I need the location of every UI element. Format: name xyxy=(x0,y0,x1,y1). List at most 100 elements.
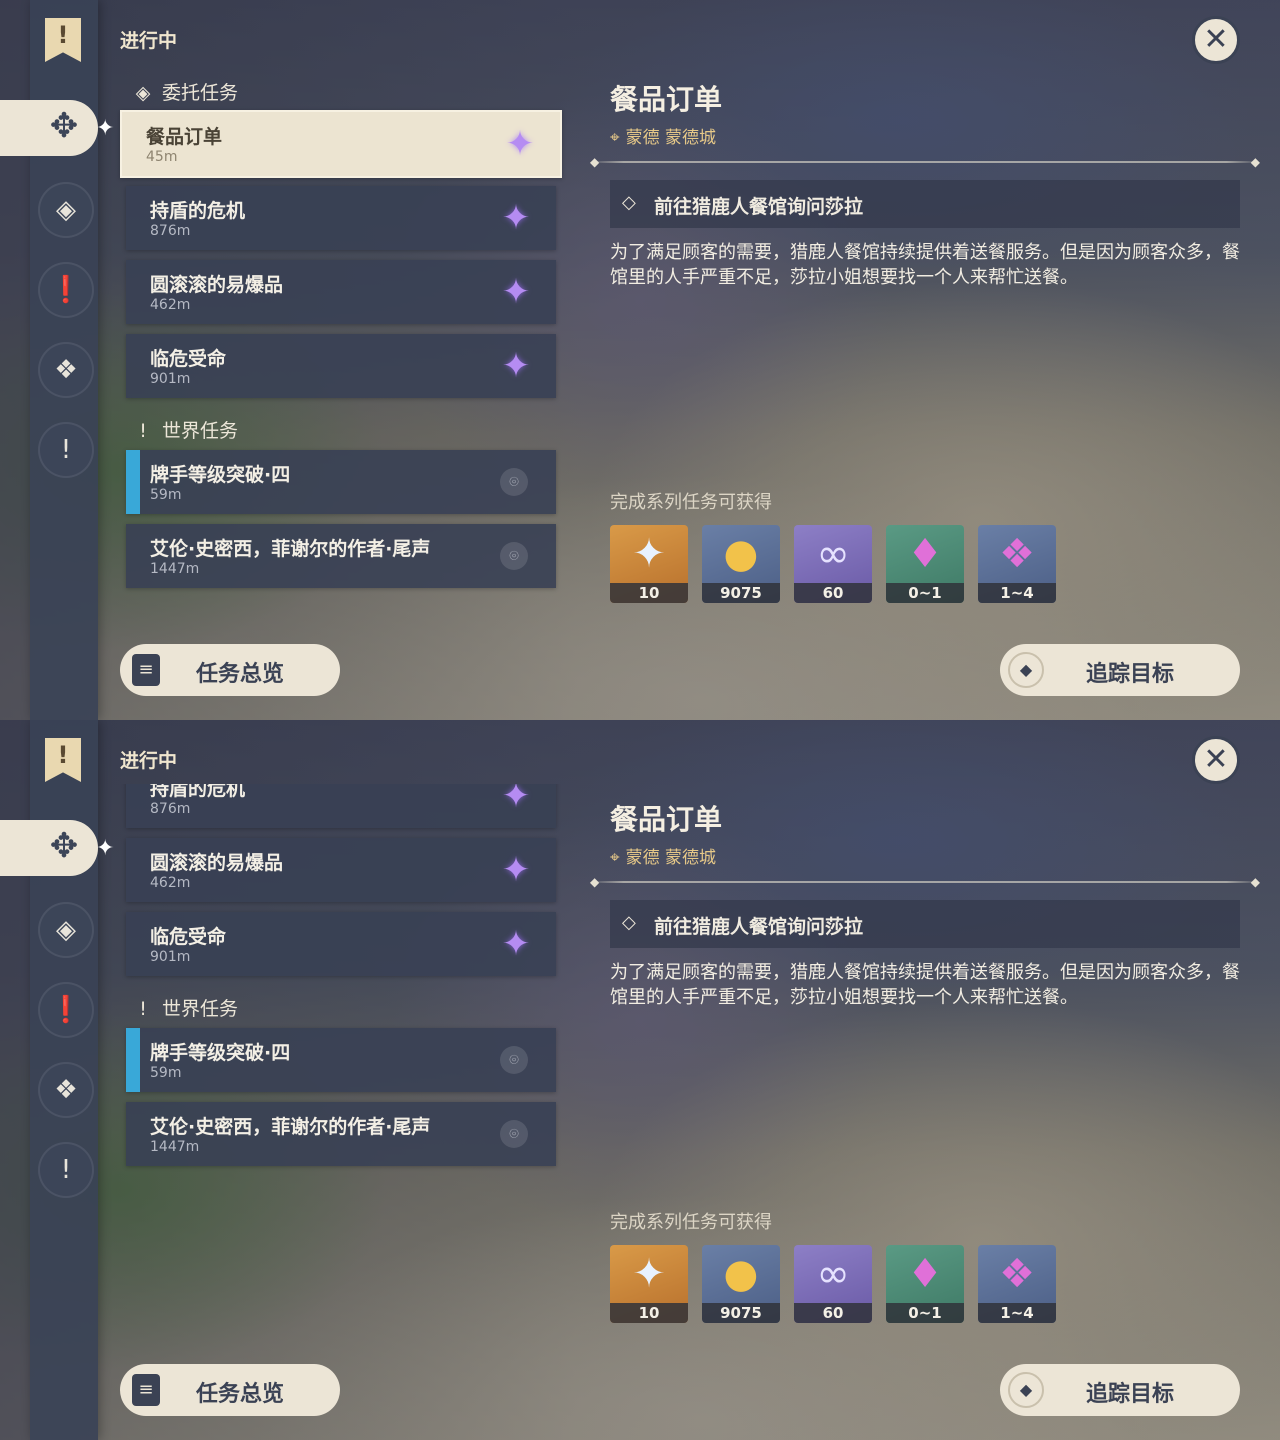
quest-distance: 462m xyxy=(150,875,191,891)
quest-item[interactable]: 临危受命 901m ✦ xyxy=(126,334,556,398)
quest-distance: 59m xyxy=(150,1065,182,1081)
divider-tip-icon: ◆ xyxy=(590,155,600,169)
reward-count: 9075 xyxy=(702,583,780,603)
world-quest-item[interactable]: 艾伦·史密西，菲谢尔的作者·尾声 1447m ⌾ xyxy=(126,1102,556,1166)
reward-primogem[interactable]: ✦ 10 xyxy=(610,1245,688,1323)
map-pin-icon: ⌖ xyxy=(610,128,620,148)
quest-item[interactable]: 临危受命 901m ✦ xyxy=(126,912,556,976)
quest-item[interactable]: 持盾的危机 876m ✦ xyxy=(126,186,556,250)
rewards-title: 完成系列任务可获得 xyxy=(610,492,772,513)
tab-world-icon[interactable]: ! xyxy=(38,422,94,478)
primogem-icon: ✦ xyxy=(632,1251,666,1297)
location-pin-icon[interactable]: ⌾ xyxy=(500,468,528,496)
quest-name: 圆滚滚的易爆品 xyxy=(150,852,284,874)
track-target-button[interactable]: ◆ 追踪目标 xyxy=(1000,644,1240,696)
quest-distance: 45m xyxy=(146,149,178,165)
divider: ◆ ◆ xyxy=(590,875,1260,889)
rewards-title: 完成系列任务可获得 xyxy=(610,1212,772,1233)
location-pin-icon[interactable]: ⌾ xyxy=(500,542,528,570)
quest-name: 牌手等级突破·四 xyxy=(150,1042,291,1064)
world-exclamation-icon: ! xyxy=(139,998,147,1020)
category-world: ! 世界任务 xyxy=(132,994,238,1021)
world-quest-item[interactable]: 牌手等级突破·四 59m ⌾ xyxy=(126,1028,556,1092)
reward-friendship[interactable]: ∞ 60 xyxy=(794,525,872,603)
quest-name: 艾伦·史密西，菲谢尔的作者·尾声 xyxy=(150,538,431,560)
quest-name: 圆滚滚的易爆品 xyxy=(150,274,284,296)
commission-star-icon: ✦ xyxy=(501,784,531,816)
world-exclamation-icon: ! xyxy=(139,420,147,442)
reward-count: 10 xyxy=(610,583,688,603)
quest-list-viewport[interactable]: 持盾的危机 876m ✦ 圆滚滚的易爆品 462m ✦ 临危受命 901m ✦ … xyxy=(0,784,600,1344)
crystal-cluster-icon: ❖ xyxy=(999,1251,1035,1297)
crystal-icon: ♦ xyxy=(907,1251,943,1297)
quest-distance: 876m xyxy=(150,223,191,239)
divider: ◆ ◆ xyxy=(590,155,1260,169)
objective-text: 前往猎鹿人餐馆询问莎拉 xyxy=(654,916,864,938)
track-diamond-icon: ◆ xyxy=(1008,1372,1044,1408)
sparkle-icon: ✦ xyxy=(96,116,115,141)
world-quest-item[interactable]: 艾伦·史密西，菲谢尔的作者·尾声 1447m ⌾ xyxy=(126,524,556,588)
quest-distance: 1447m xyxy=(150,1139,200,1155)
quest-item-partial[interactable]: 持盾的危机 876m ✦ xyxy=(126,784,556,828)
commission-star-icon: ✦ xyxy=(501,272,531,312)
quest-overview-button[interactable]: ≡ 任务总览 xyxy=(120,1364,340,1416)
reward-crystal-cluster[interactable]: ❖ 1~4 xyxy=(978,525,1056,603)
quest-item[interactable]: 圆滚滚的易爆品 462m ✦ xyxy=(126,260,556,324)
world-quest-item[interactable]: 牌手等级突破·四 59m ⌾ xyxy=(126,450,556,514)
quest-name: 牌手等级突破·四 xyxy=(150,464,291,486)
reward-crystal-cluster[interactable]: ❖ 1~4 xyxy=(978,1245,1056,1323)
category-world-label: 世界任务 xyxy=(162,420,239,442)
quest-item-selected[interactable]: 餐品订单 45m ✦ xyxy=(120,110,562,178)
quest-distance: 1447m xyxy=(150,561,200,577)
quest-distance: 462m xyxy=(150,297,191,313)
mora-icon: ● xyxy=(723,1251,759,1297)
mora-icon: ● xyxy=(723,531,759,577)
reward-count: 9075 xyxy=(702,1303,780,1323)
quest-distance: 901m xyxy=(150,371,191,387)
location-text: 蒙德 蒙德城 xyxy=(625,128,716,148)
reward-friendship[interactable]: ∞ 60 xyxy=(794,1245,872,1323)
quest-name: 临危受命 xyxy=(150,926,227,948)
quest-objective: ◇ 前往猎鹿人餐馆询问莎拉 xyxy=(610,900,1240,948)
commission-star-icon: ✦ xyxy=(501,850,531,890)
quest-detail-title: 餐品订单 xyxy=(610,803,723,836)
location-pin-icon[interactable]: ⌾ xyxy=(500,1046,528,1074)
quest-overview-button[interactable]: ≡ 任务总览 xyxy=(120,644,340,696)
tab-commission-icon[interactable]: ✥ xyxy=(38,100,90,152)
tab-archon-icon[interactable]: ◈ xyxy=(38,182,94,238)
friendship-exp-icon: ∞ xyxy=(816,531,850,577)
crystal-cluster-icon: ❖ xyxy=(999,531,1035,577)
close-button[interactable]: ✕ xyxy=(1192,16,1240,64)
quest-distance: 59m xyxy=(150,487,182,503)
tab-legend-icon[interactable]: ❖ xyxy=(38,342,94,398)
crystal-icon: ♦ xyxy=(907,531,943,577)
reward-count: 60 xyxy=(794,583,872,603)
track-target-button[interactable]: ◆ 追踪目标 xyxy=(1000,1364,1240,1416)
reward-crystal[interactable]: ♦ 0~1 xyxy=(886,1245,964,1323)
objective-diamond-icon: ◇ xyxy=(622,912,636,933)
reward-mora[interactable]: ● 9075 xyxy=(702,1245,780,1323)
quest-distance: 876m xyxy=(150,801,191,817)
reward-crystal[interactable]: ♦ 0~1 xyxy=(886,525,964,603)
quest-item[interactable]: 圆滚滚的易爆品 462m ✦ xyxy=(126,838,556,902)
map-pin-icon: ⌖ xyxy=(610,848,620,868)
commission-star-icon: ✦ xyxy=(501,198,531,238)
overview-label: 任务总览 xyxy=(196,1382,285,1407)
tab-story-icon[interactable]: ❗ xyxy=(38,262,94,318)
reward-count: 1~4 xyxy=(978,1303,1056,1323)
quest-panel-top: ! ✥ ✦ ◈ ❗ ❖ ! 进行中 ◈ 委托任务 餐品订单 45m ✦ 持盾的危机… xyxy=(0,0,1280,720)
quest-name: 临危受命 xyxy=(150,348,227,370)
objective-diamond-icon: ◇ xyxy=(622,192,636,213)
quest-location: ⌖ 蒙德 蒙德城 xyxy=(610,843,716,868)
reward-mora[interactable]: ● 9075 xyxy=(702,525,780,603)
reward-count: 0~1 xyxy=(886,1303,964,1323)
reward-primogem[interactable]: ✦ 10 xyxy=(610,525,688,603)
status-header: 进行中 xyxy=(120,30,178,52)
quest-name: 艾伦·史密西，菲谢尔的作者·尾声 xyxy=(150,1116,431,1138)
quest-panel-bottom: ! ✥ ✦ ◈ ❗ ❖ ! 进行中 持盾的危机 876m ✦ 圆滚滚的易爆品 4… xyxy=(0,720,1280,1440)
tracked-bar xyxy=(126,1028,140,1092)
status-header: 进行中 xyxy=(120,750,178,772)
category-world-label: 世界任务 xyxy=(162,998,239,1020)
close-button[interactable]: ✕ xyxy=(1192,736,1240,784)
location-pin-icon[interactable]: ⌾ xyxy=(500,1120,528,1148)
